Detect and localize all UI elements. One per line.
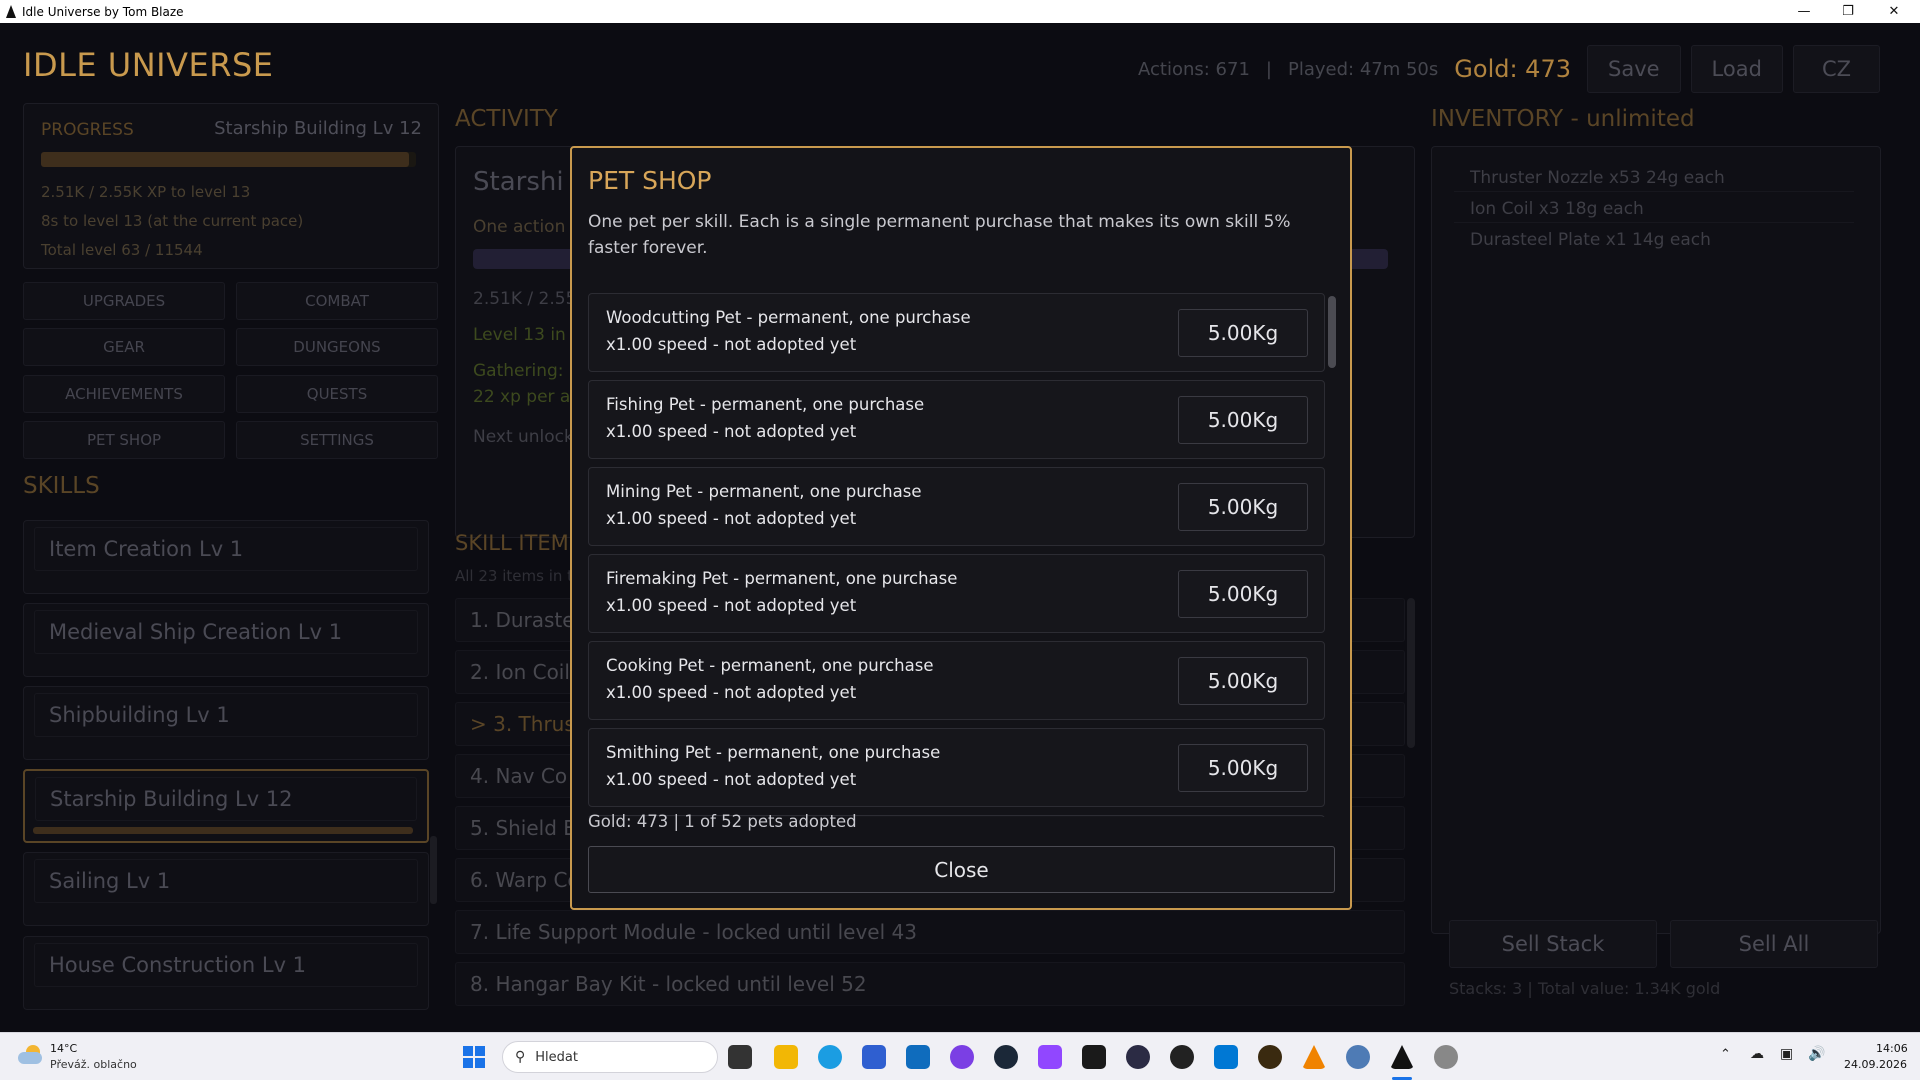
pet-row-fishing: Fishing Pet - permanent, one purchase x1… — [588, 380, 1325, 459]
pet-buy-button[interactable]: 5.00Kg — [1178, 570, 1308, 618]
pet-status: x1.00 speed - not adopted yet — [606, 335, 857, 354]
clock-time[interactable]: 14:06 — [1876, 1042, 1908, 1055]
twitch-icon[interactable] — [1038, 1045, 1062, 1069]
pet-title: Mining Pet - permanent, one purchase — [606, 482, 922, 501]
minimize-icon[interactable]: — — [1782, 0, 1826, 23]
pet-title: Cooking Pet - permanent, one purchase — [606, 656, 934, 675]
pet-row-woodcutting: Woodcutting Pet - permanent, one purchas… — [588, 293, 1325, 372]
network-icon[interactable]: ▣ — [1780, 1046, 1793, 1062]
pet-buy-button[interactable]: 5.00Kg — [1178, 657, 1308, 705]
vlc-icon[interactable] — [1302, 1045, 1326, 1069]
chevron-up-icon[interactable]: ⌃ — [1720, 1047, 1731, 1062]
pet-status: x1.00 speed - not adopted yet — [606, 683, 857, 702]
weather-temp: 14°C — [50, 1042, 78, 1055]
idle-universe-icon[interactable] — [1390, 1045, 1414, 1069]
pet-status: x1.00 speed - not adopted yet — [606, 422, 857, 441]
close-window-icon[interactable]: ✕ — [1872, 0, 1916, 23]
pet-row-firemaking: Firemaking Pet - permanent, one purchase… — [588, 554, 1325, 633]
taskbar-search[interactable]: ⚲ Hledat — [502, 1041, 718, 1073]
restore-icon[interactable]: ❐ — [1826, 0, 1870, 23]
modal-title: PET SHOP — [588, 166, 712, 195]
pet-title: Woodcutting Pet - permanent, one purchas… — [606, 308, 971, 327]
close-button[interactable]: Close — [588, 846, 1335, 893]
pet-row-mining: Mining Pet - permanent, one purchase x1.… — [588, 467, 1325, 546]
clock-date[interactable]: 24.09.2026 — [1844, 1058, 1907, 1071]
weather-icon[interactable] — [18, 1045, 42, 1065]
weather-desc: Převáž. oblačno — [50, 1058, 137, 1071]
gimp-icon[interactable] — [1434, 1045, 1458, 1069]
outlook-icon[interactable] — [906, 1045, 930, 1069]
modal-overlay: PET SHOP One pet per skill. Each is a si… — [0, 23, 1920, 1032]
volume-icon[interactable]: 🔊 — [1808, 1046, 1825, 1062]
pet-buy-button[interactable]: 5.00Kg — [1178, 483, 1308, 531]
pet-row-cooking: Cooking Pet - permanent, one purchase x1… — [588, 641, 1325, 720]
search-placeholder: Hledat — [535, 1049, 578, 1065]
pet-row-smithing: Smithing Pet - permanent, one purchase x… — [588, 728, 1325, 807]
modal-description: One pet per skill. Each is a single perm… — [588, 212, 1291, 258]
pet-status: x1.00 speed - not adopted yet — [606, 509, 857, 528]
app-circle-icon[interactable] — [1126, 1045, 1150, 1069]
vscode-icon[interactable] — [1214, 1045, 1238, 1069]
pet-list-scrollbar[interactable] — [1328, 296, 1336, 368]
store-icon[interactable] — [862, 1045, 886, 1069]
pet-title: Fishing Pet - permanent, one purchase — [606, 395, 925, 414]
pet-title: Firemaking Pet - permanent, one purchase — [606, 569, 958, 588]
edge-icon[interactable] — [818, 1045, 842, 1069]
taskbar: 14°C Převáž. oblačno ⚲ Hledat ⌃ ☁ ▣ 🔊 14… — [0, 1032, 1920, 1080]
pet-list: Woodcutting Pet - permanent, one purchas… — [588, 293, 1325, 817]
app-root: IDLE UNIVERSE Actions: 671 | Played: 47m… — [0, 23, 1920, 1032]
steam-icon[interactable] — [994, 1045, 1018, 1069]
app-icon — [6, 5, 16, 18]
pet-buy-button[interactable]: 5.00Kg — [1178, 309, 1308, 357]
epic-games-icon[interactable] — [1082, 1045, 1106, 1069]
pet-status: x1.00 speed - not adopted yet — [606, 770, 857, 789]
file-explorer-icon[interactable] — [774, 1045, 798, 1069]
pet-title: Smithing Pet - permanent, one purchase — [606, 743, 941, 762]
pet-buy-button[interactable]: 5.00Kg — [1178, 396, 1308, 444]
window-title: Idle Universe by Tom Blaze — [22, 4, 184, 19]
pet-buy-button[interactable]: 5.00Kg — [1178, 744, 1308, 792]
app-gear-icon[interactable] — [1346, 1045, 1370, 1069]
wow-icon[interactable] — [1258, 1045, 1282, 1069]
pet-shop-modal: PET SHOP One pet per skill. Each is a si… — [570, 146, 1352, 910]
search-icon: ⚲ — [515, 1049, 526, 1065]
pet-status: x1.00 speed - not adopted yet — [606, 596, 857, 615]
task-view-icon[interactable] — [728, 1045, 752, 1069]
viber-icon[interactable] — [950, 1045, 974, 1069]
modal-footer: Gold: 473 | 1 of 52 pets adopted — [588, 812, 857, 831]
app-dark-icon[interactable] — [1170, 1045, 1194, 1069]
window-titlebar: Idle Universe by Tom Blaze — ❐ ✕ — [0, 0, 1920, 23]
start-icon[interactable] — [462, 1045, 486, 1069]
onedrive-icon[interactable]: ☁ — [1750, 1046, 1764, 1062]
